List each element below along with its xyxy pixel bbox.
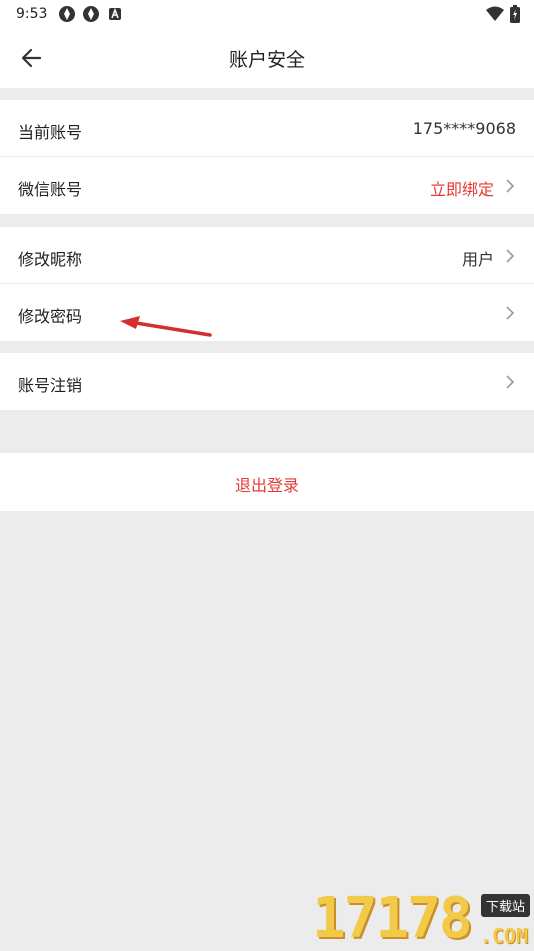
current-account-row: 当前账号 175****9068: [0, 100, 534, 157]
wechat-account-row[interactable]: 微信账号 立即绑定: [0, 157, 534, 214]
header: 账户安全: [0, 28, 534, 88]
wechat-bind-link[interactable]: 立即绑定: [430, 176, 494, 200]
chevron-right-icon: [505, 248, 515, 264]
chevron-right-icon: [505, 178, 515, 194]
logout-button[interactable]: 退出登录: [0, 453, 534, 511]
watermark-digits: 17178: [312, 886, 473, 951]
logout-label: 退出登录: [234, 476, 299, 495]
status-system-icons: [486, 5, 520, 27]
current-account-label: 当前账号: [18, 123, 83, 142]
page-title: 账户安全: [228, 49, 305, 71]
app-notification-icon: [58, 5, 76, 23]
chevron-right-icon: [505, 305, 515, 321]
battery-icon: [510, 5, 520, 27]
red-arrow-icon: [114, 312, 214, 342]
account-info-group: 当前账号 175****9068 微信账号 立即绑定: [0, 100, 534, 214]
profile-group: 修改昵称 用户 修改密码: [0, 227, 534, 341]
change-password-row[interactable]: 修改密码: [0, 284, 534, 341]
watermark-suffix: .COM: [479, 924, 528, 948]
wechat-account-label: 微信账号: [18, 180, 83, 199]
wifi-icon: [486, 6, 504, 26]
watermark-badge: 下载站: [480, 894, 530, 917]
change-password-label: 修改密码: [18, 307, 83, 326]
a-letter-icon: [106, 5, 124, 23]
account-deletion-group: 账号注销: [0, 353, 534, 410]
status-bar: 9:53: [0, 0, 534, 28]
nickname-value: 用户: [461, 250, 494, 269]
status-time: 9:53: [16, 6, 48, 22]
chevron-right-icon: [505, 374, 515, 390]
current-account-value: 175****9068: [412, 119, 516, 138]
app-notification-icon: [82, 5, 100, 23]
edit-nickname-row[interactable]: 修改昵称 用户: [0, 227, 534, 284]
edit-nickname-label: 修改昵称: [18, 250, 83, 269]
account-deletion-row[interactable]: 账号注销: [0, 353, 534, 410]
status-notification-icons: [58, 5, 124, 23]
account-deletion-label: 账号注销: [18, 376, 83, 395]
site-watermark: 17178 下载站 .COM: [310, 888, 532, 950]
